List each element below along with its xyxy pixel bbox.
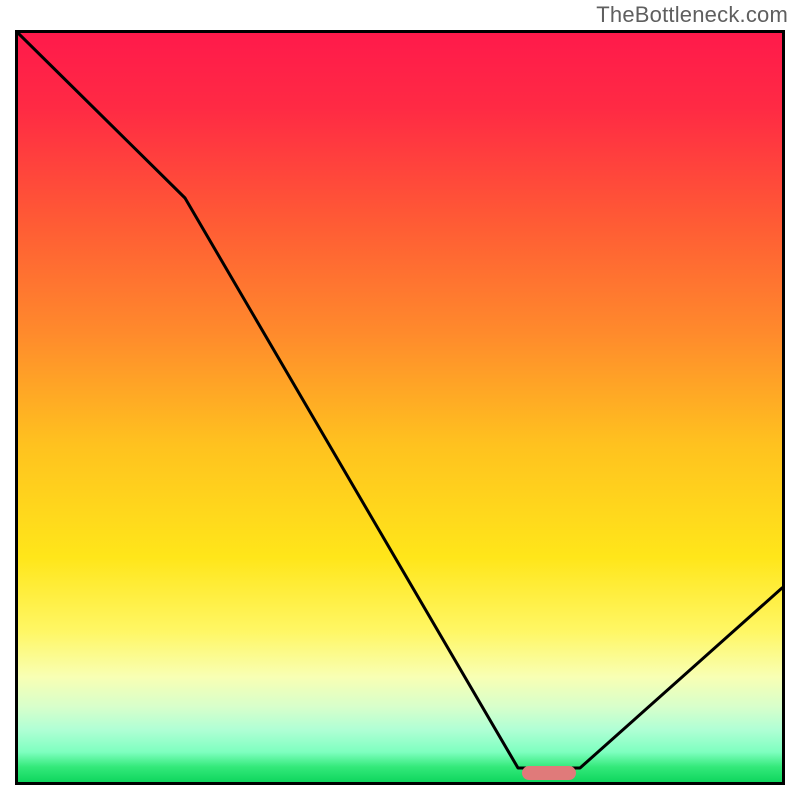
curve-path: [18, 33, 782, 768]
optimal-marker: [522, 766, 575, 780]
bottleneck-curve: [18, 33, 782, 782]
chart-stage: TheBottleneck.com: [0, 0, 800, 800]
plot-area: [15, 30, 785, 785]
watermark-text: TheBottleneck.com: [596, 2, 788, 28]
